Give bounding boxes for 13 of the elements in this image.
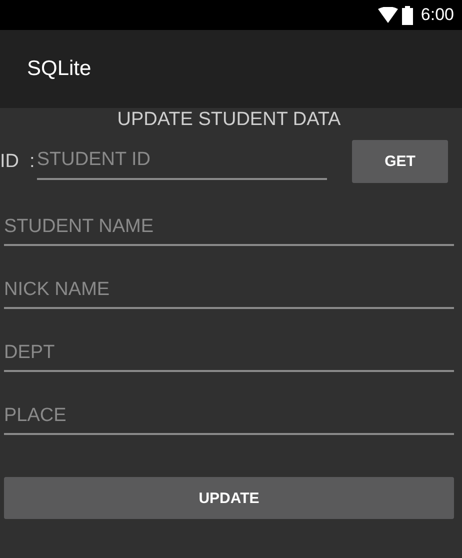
form-heading: UPDATE STUDENT DATA (116, 109, 342, 132)
input-field[interactable]: NICK NAME (4, 277, 454, 309)
get-button[interactable]: GET (352, 140, 448, 183)
input-field[interactable]: DEPT (4, 340, 454, 372)
app-title: SQLite (27, 57, 92, 81)
input-field[interactable]: STUDENT NAME (4, 214, 454, 246)
wifi-icon (378, 7, 398, 23)
id-label: ID : (0, 150, 35, 172)
input-field[interactable]: PLACE (4, 403, 454, 435)
status-time: 6:00 (420, 5, 454, 25)
battery-icon (402, 6, 413, 24)
update-button[interactable]: UPDATE (4, 477, 454, 519)
student-id-field[interactable]: STUDENT ID (36, 148, 327, 180)
